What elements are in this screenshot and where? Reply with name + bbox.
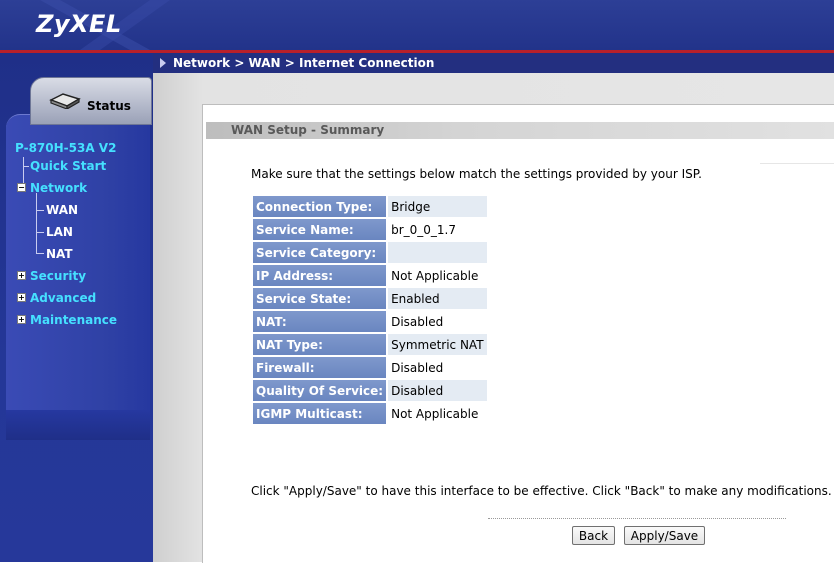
row-label: Service State: — [253, 288, 389, 309]
row-label: NAT: — [253, 311, 389, 332]
tree-line — [23, 157, 24, 183]
row-label: IGMP Multicast: — [253, 403, 389, 424]
table-row: NAT Type: Symmetric NAT — [253, 334, 487, 355]
table-row: Quality Of Service: Disabled — [253, 380, 487, 401]
nav-item-security[interactable]: Security — [30, 269, 86, 283]
nav-item-nat[interactable]: NAT — [46, 247, 73, 261]
status-tab[interactable]: Status — [30, 77, 152, 125]
expand-icon[interactable]: + — [17, 293, 26, 302]
table-row: Service Name: br_0_0_1.7 — [253, 219, 487, 240]
expand-icon[interactable]: + — [17, 271, 26, 280]
apply-save-button[interactable]: Apply/Save — [624, 526, 705, 545]
table-row: IGMP Multicast: Not Applicable — [253, 403, 487, 424]
row-label: IP Address: — [253, 265, 389, 286]
row-value: Not Applicable — [388, 403, 487, 424]
table-row: Connection Type: Bridge — [253, 196, 487, 217]
row-value: Enabled — [388, 288, 487, 309]
nav-item-maintenance[interactable]: Maintenance — [30, 313, 117, 327]
tree-line — [36, 210, 44, 211]
nav-item-network[interactable]: Network — [30, 181, 87, 195]
footer-instructions: Click "Apply/Save" to have this interfac… — [251, 484, 832, 498]
row-value: Symmetric NAT — [388, 334, 487, 355]
row-value: Disabled — [388, 311, 487, 332]
arrow-right-icon — [160, 58, 166, 68]
table-row: IP Address: Not Applicable — [253, 265, 487, 286]
collapse-icon[interactable]: − — [17, 183, 26, 192]
zyxel-logo: ZyXEL — [36, 10, 122, 38]
status-tab-label: Status — [87, 99, 131, 113]
table-row: Firewall: Disabled — [253, 357, 487, 378]
intro-text: Make sure that the settings below match … — [251, 167, 702, 181]
breadcrumb-bar: Network > WAN > Internet Connection — [153, 53, 834, 73]
table-row: NAT: Disabled — [253, 311, 487, 332]
dotted-divider — [488, 518, 786, 520]
row-value: br_0_0_1.7 — [388, 219, 487, 240]
divider — [760, 163, 834, 164]
nav-item-quick-start[interactable]: Quick Start — [30, 159, 106, 173]
row-label: Firewall: — [253, 357, 389, 378]
row-label: Connection Type: — [253, 196, 389, 217]
row-value: Bridge — [388, 196, 487, 217]
page-title: WAN Setup - Summary — [231, 123, 385, 137]
tree-line — [36, 232, 44, 233]
row-value: Disabled — [388, 380, 487, 401]
row-label: Service Category: — [253, 242, 389, 263]
nav-model-link[interactable]: P-870H-53A V2 — [15, 141, 116, 155]
nav-item-wan[interactable]: WAN — [46, 203, 78, 217]
expand-icon[interactable]: + — [17, 315, 26, 324]
nav-item-lan[interactable]: LAN — [46, 225, 73, 239]
nav-item-advanced[interactable]: Advanced — [30, 291, 96, 305]
tree-line — [23, 166, 29, 167]
breadcrumb: Network > WAN > Internet Connection — [173, 56, 435, 70]
top-header: ZyXEL — [0, 0, 834, 50]
tree-line — [36, 253, 44, 254]
row-value — [388, 242, 487, 263]
table-row: Service Category: — [253, 242, 487, 263]
row-label: Service Name: — [253, 219, 389, 240]
tree-line — [36, 193, 37, 253]
back-button[interactable]: Back — [572, 526, 615, 545]
row-value: Not Applicable — [388, 265, 487, 286]
table-row: Service State: Enabled — [253, 288, 487, 309]
router-icon — [49, 93, 81, 109]
row-label: Quality Of Service: — [253, 380, 389, 401]
summary-table: Connection Type: Bridge Service Name: br_0… — [253, 194, 487, 426]
nav-panel-shadow — [6, 410, 150, 440]
row-value: Disabled — [388, 357, 487, 378]
row-label: NAT Type: — [253, 334, 389, 355]
